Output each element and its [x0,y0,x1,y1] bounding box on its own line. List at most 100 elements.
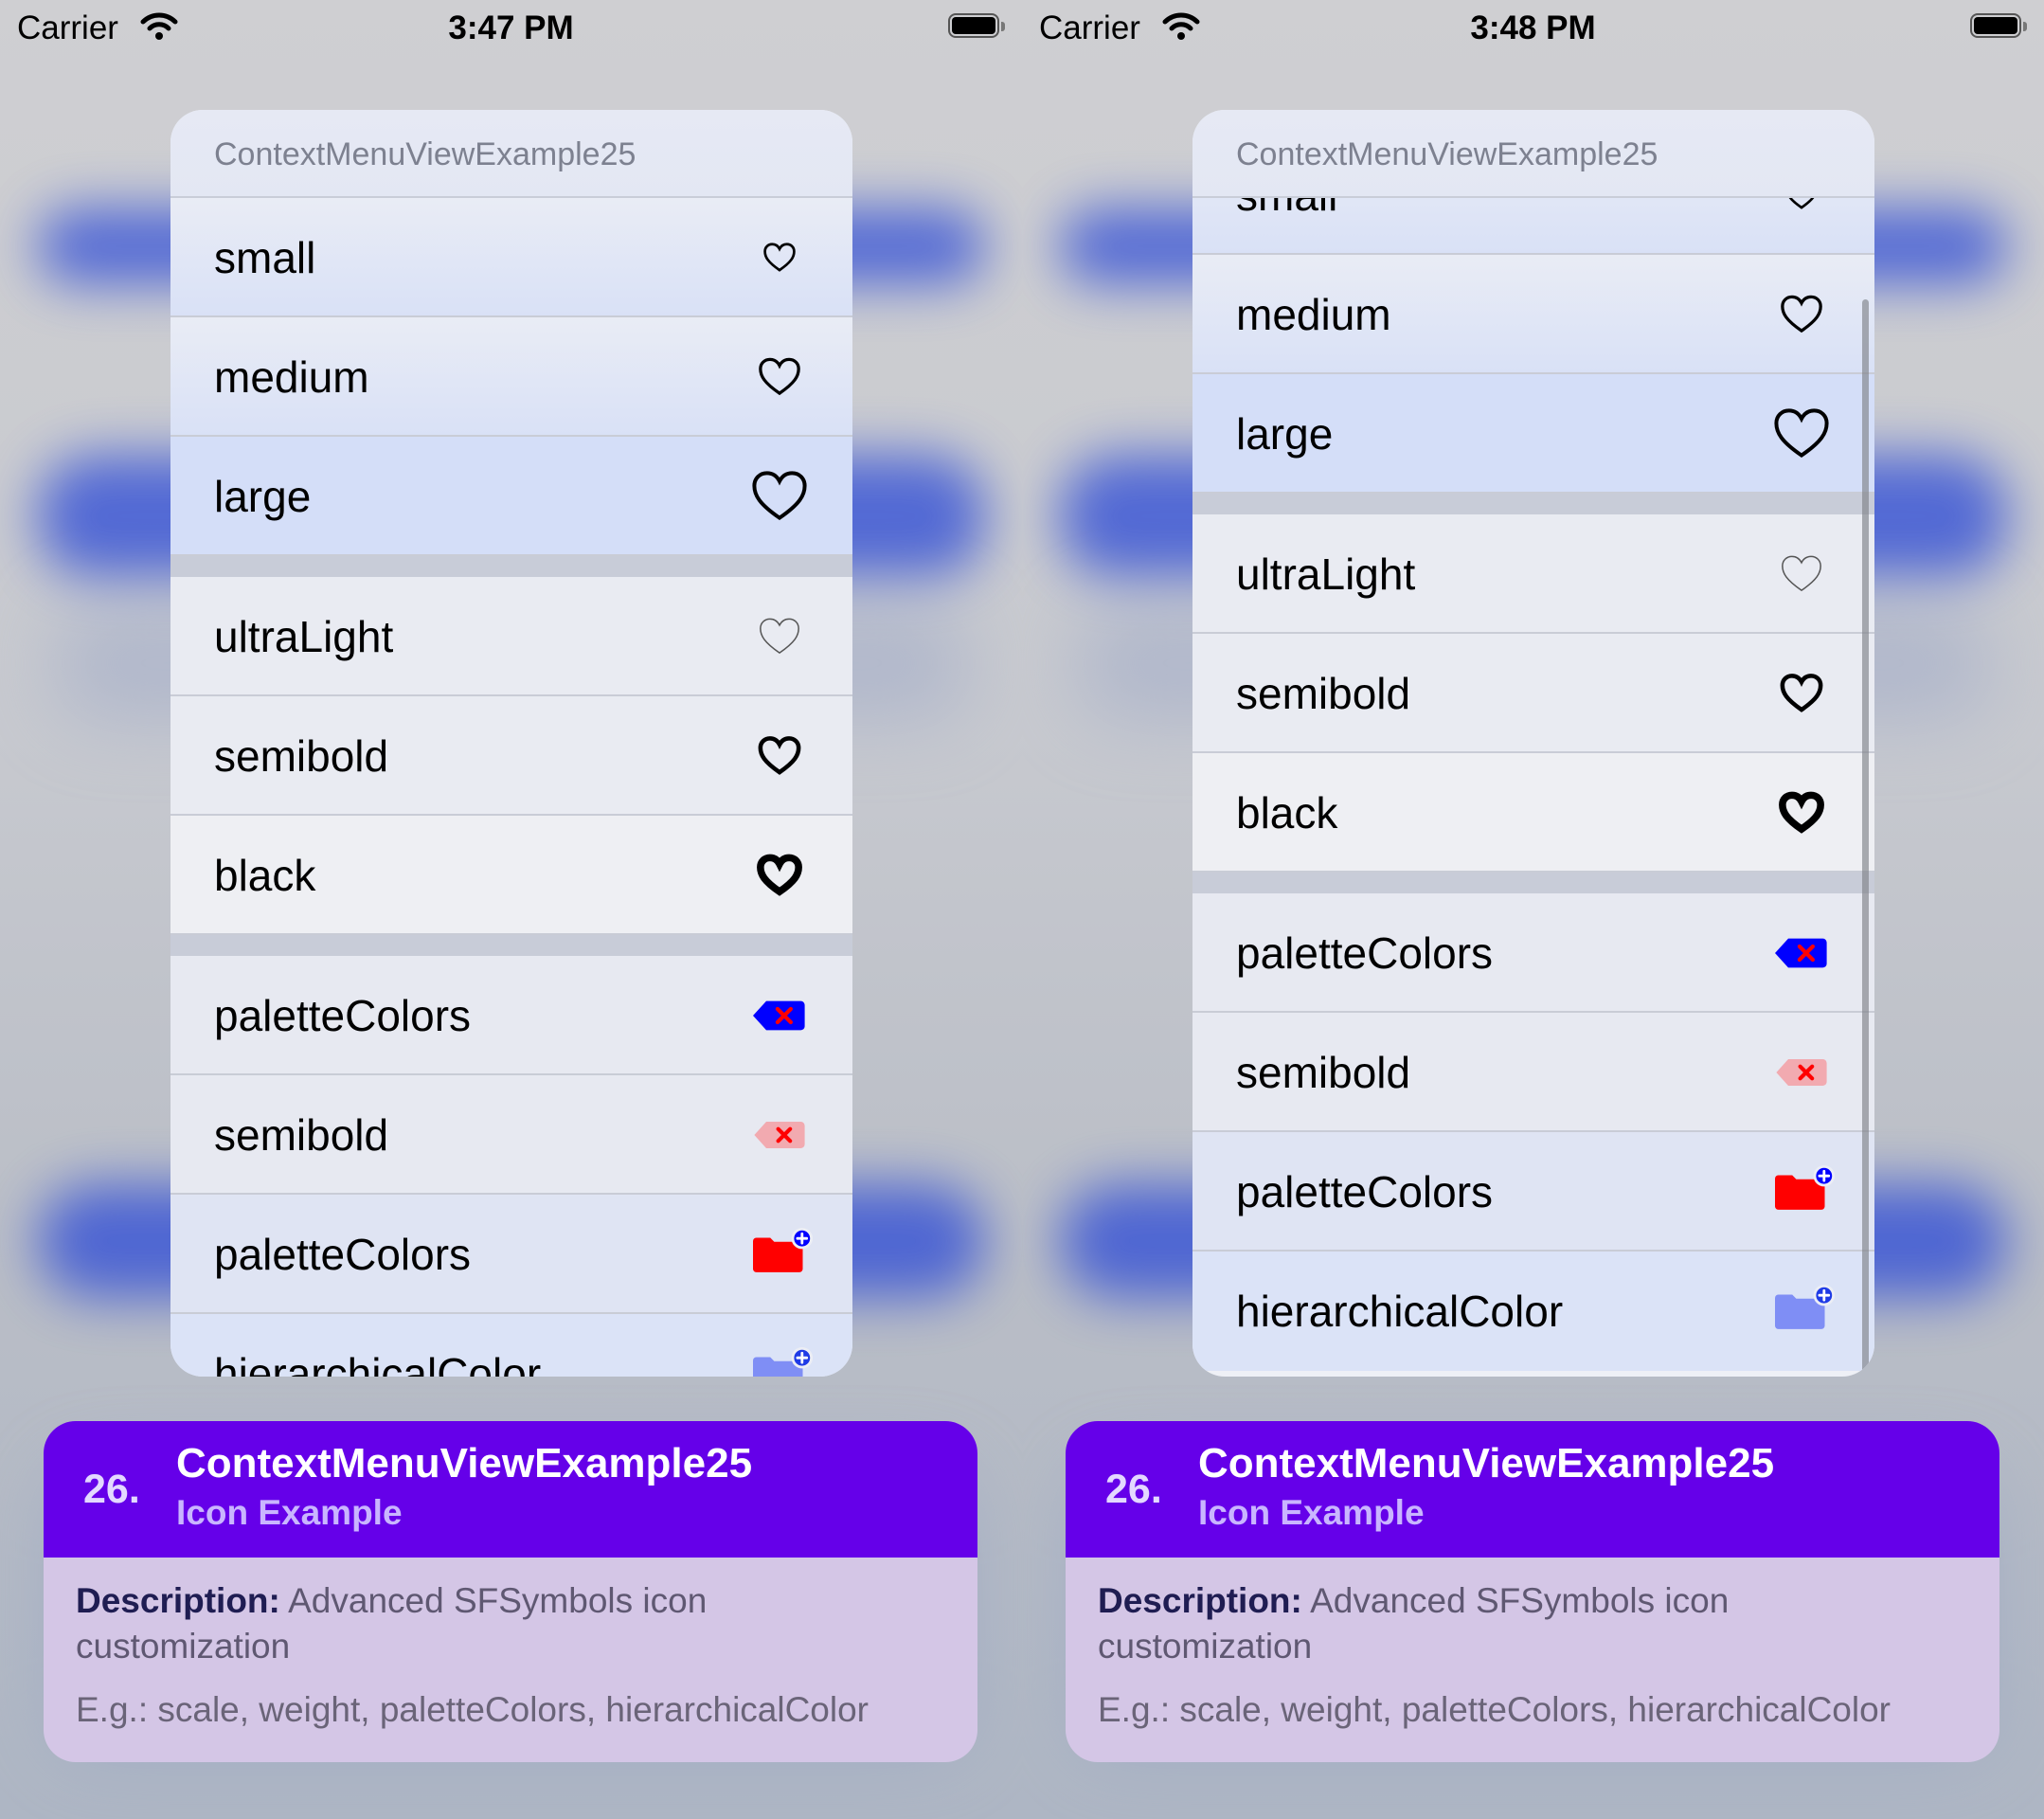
heart-icon-ultralight [760,618,799,654]
example-number: 26. [1105,1467,1162,1512]
context-menu-header: ContextMenuViewExample25 [170,110,852,198]
menu-item-semibold[interactable]: semibold [170,696,852,816]
menu-item-label: large [1236,409,1334,459]
menu-item-palettecolors-folder[interactable]: paletteColors [1192,1132,1874,1252]
delete-left-icon-semibold [1776,1059,1827,1086]
heart-icon-small [763,243,796,272]
preview-card: 26. ContextMenuViewExample25 Icon Exampl… [44,1421,977,1762]
menu-item-palettecolors[interactable]: paletteColors [170,956,852,1075]
description-label: Description: [1098,1581,1302,1620]
menu-item-large[interactable]: large [170,437,852,556]
heart-icon-medium [1781,295,1822,333]
example-number: 26. [83,1467,140,1512]
heart-icon-medium [759,357,800,395]
menu-item-large[interactable]: large [1192,374,1874,494]
delete-left-icon-semibold [754,1122,805,1148]
context-menu-title: ContextMenuViewExample25 [1236,136,1659,172]
preview-card: 26. ContextMenuViewExample25 Icon Exampl… [1066,1421,1999,1762]
menu-item-label: paletteColors [1236,928,1494,978]
menu-item-label: hierarchicalColor [214,1349,542,1377]
context-menu: ContextMenuViewExample25 small medium [1192,110,1874,1377]
menu-group-separator [1192,494,1874,514]
heart-icon-semibold [1768,660,1835,727]
heart-icon-large [752,471,807,520]
menu-group-separator [1192,873,1874,893]
battery-icon [948,13,1007,40]
status-time: 3:48 PM [1470,9,1596,46]
menu-item-label: paletteColors [214,991,472,1040]
menu-list: small medium large [170,198,852,1377]
example-title: ContextMenuViewExample25 [1198,1440,1775,1486]
menu-group-color: paletteColors semibold paletteColors hie… [170,956,852,1377]
example-usage: E.g.: scale, weight, paletteColors, hier… [1098,1690,1891,1729]
status-bar: Carrier 3:47 PM [0,0,1022,57]
menu-item-black[interactable]: black [170,816,852,935]
status-bar: Carrier 3:48 PM [1022,0,2044,57]
menu-item-medium[interactable]: medium [1192,255,1874,374]
menu-item-label: small [214,233,316,282]
folder-badge-plus-icon-palette [753,1228,813,1272]
menu-item-label: small [1236,198,1337,221]
menu-item-label: black [214,851,316,900]
scroll-indicator[interactable] [1862,299,1869,1377]
menu-item-label: black [1236,788,1338,837]
menu-group-scale: small medium large [170,198,852,556]
menu-item-label: medium [214,352,369,402]
menu-group-weight: ultraLight semibold black [1192,514,1874,873]
status-time: 3:47 PM [448,9,574,46]
heart-icon-large [1774,408,1829,458]
menu-group-separator [170,935,852,956]
menu-item-palettecolors-folder[interactable]: paletteColors [170,1195,852,1314]
context-menu-title: ContextMenuViewExample25 [214,136,637,172]
preview-card-header: 26. ContextMenuViewExample25 Icon Exampl… [1066,1421,1999,1558]
menu-item-semibold-color[interactable]: semibold [1192,1013,1874,1132]
menu-item-semibold[interactable]: semibold [1192,634,1874,753]
menu-item-label: medium [1236,290,1391,339]
heart-icon-small [1785,198,1818,209]
menu-item-small[interactable]: small [1192,198,1874,255]
menu-item-label: semibold [214,1110,389,1160]
delete-left-icon-palette [753,1000,805,1031]
menu-item-semibold-color[interactable]: semibold [170,1075,852,1195]
context-menu-body[interactable]: small medium large [170,198,852,1377]
menu-item-black[interactable]: black [1192,753,1874,873]
menu-item-palettecolors[interactable]: paletteColors [1192,893,1874,1013]
example-title: ContextMenuViewExample25 [176,1440,753,1486]
menu-item-label: paletteColors [1236,1167,1494,1216]
menu-item-ultralight[interactable]: ultraLight [1192,514,1874,634]
folder-badge-plus-icon-palette [1775,1165,1835,1210]
menu-group-scale: small medium large [1192,198,1874,494]
example-subtitle: Icon Example [176,1493,403,1532]
context-menu: ContextMenuViewExample25 small medium [170,110,852,1377]
description-label: Description: [76,1581,280,1620]
example-usage: E.g.: scale, weight, paletteColors, hier… [76,1690,869,1729]
folder-badge-plus-icon-hierarchical [1775,1285,1835,1329]
example-description: Description: Advanced SFSymbols icon cus… [1098,1578,1950,1669]
menu-item-label: paletteColors [214,1230,472,1279]
menu-item-medium[interactable]: medium [170,317,852,437]
preview-card-header: 26. ContextMenuViewExample25 Icon Exampl… [44,1421,977,1558]
screen-left: Carrier 3:47 PM ContextMenuViewExample25… [0,0,1022,1819]
menu-item-label: semibold [1236,669,1411,718]
menu-item-hierarchicalcolor[interactable]: hierarchicalColor [170,1314,852,1377]
menu-item-label: semibold [1236,1048,1411,1097]
menu-list: small medium large [1192,198,1874,1371]
menu-item-small[interactable]: small [170,198,852,317]
menu-item-label: hierarchicalColor [1236,1287,1564,1336]
menu-item-ultralight[interactable]: ultraLight [170,577,852,696]
heart-icon-ultralight [1782,555,1821,591]
menu-item-hierarchicalcolor[interactable]: hierarchicalColor [1192,1252,1874,1371]
folder-badge-plus-icon-hierarchical [753,1347,813,1377]
battery-icon [1970,13,2029,40]
delete-left-icon-palette [1775,938,1827,968]
heart-icon-black [746,842,813,909]
context-menu-header: ContextMenuViewExample25 [1192,110,1874,198]
menu-item-label: large [214,472,312,521]
menu-item-label: semibold [214,731,389,781]
screen-right: Carrier 3:48 PM ContextMenuViewExample25… [1022,0,2044,1819]
menu-item-label: ultraLight [1236,549,1416,599]
heart-icon-black [1768,780,1835,846]
context-menu-body[interactable]: small medium large [1192,198,1874,1377]
menu-group-separator [170,556,852,577]
heart-icon-semibold [746,723,813,789]
